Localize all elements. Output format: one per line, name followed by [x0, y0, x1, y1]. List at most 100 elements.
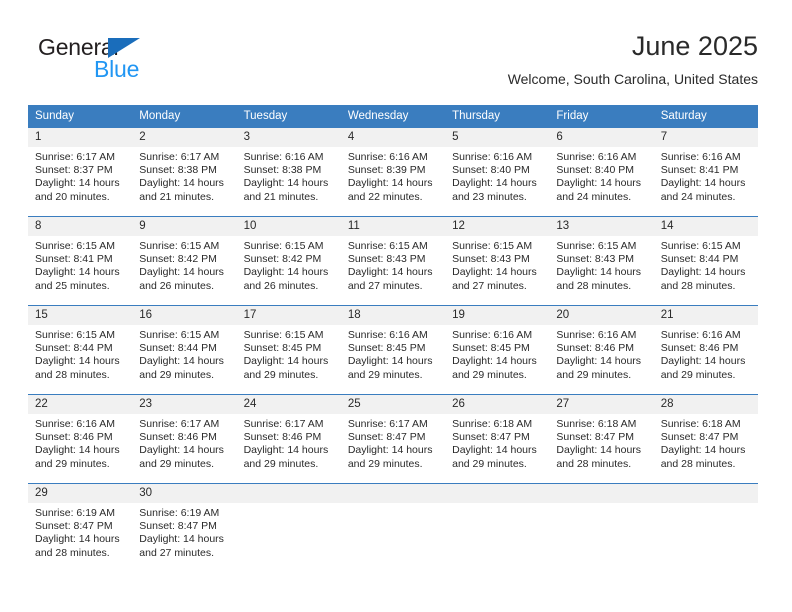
calendar-day-cell[interactable]: 18 Sunrise: 6:16 AM Sunset: 8:45 PM Dayligh…	[340, 305, 446, 386]
daylight-duration-line1: Daylight: 14 hours	[452, 444, 537, 457]
calendar-day-cell[interactable]: 7 Sunrise: 6:16 AM Sunset: 8:41 PM Daylight…	[653, 127, 758, 208]
day-number: 22	[28, 395, 133, 414]
calendar-day-cell[interactable]: 16 Sunrise: 6:15 AM Sunset: 8:44 PM Dayligh…	[132, 305, 237, 386]
logo-triangle-icon	[108, 38, 140, 58]
sunrise-time: Sunrise: 6:17 AM	[243, 418, 324, 430]
week-row-spacer-cell	[28, 208, 758, 217]
week-row-spacer	[28, 297, 758, 306]
calendar-day-cell[interactable]: 13 Sunrise: 6:15 AM Sunset: 8:43 PM Dayligh…	[549, 216, 654, 297]
daylight-duration-line1: Daylight: 14 hours	[139, 533, 224, 546]
sunset-time: Sunset: 8:38 PM	[139, 164, 217, 177]
sunset-time: Sunset: 8:45 PM	[347, 342, 426, 355]
day-sun-info: Sunrise: 6:18 AM Sunset: 8:47 PM Daylight:…	[549, 414, 653, 471]
day-sun-info: Sunrise: 6:16 AM Sunset: 8:46 PM Daylight:…	[549, 325, 653, 382]
calendar-day-cell[interactable]: 28 Sunrise: 6:18 AM Sunset: 8:47 PM Dayligh…	[653, 394, 758, 475]
sunset-time: Sunset: 8:45 PM	[243, 342, 322, 355]
day-number: 28	[653, 395, 758, 414]
day-number: 30	[132, 484, 237, 503]
day-sun-info: Sunrise: 6:18 AM Sunset: 8:47 PM Daylight:…	[654, 414, 758, 471]
day-number: 16	[132, 306, 237, 325]
sunset-time: Sunset: 8:46 PM	[243, 431, 322, 444]
sunset-time: Sunset: 8:41 PM	[660, 164, 739, 177]
calendar-day-cell[interactable]: 15 Sunrise: 6:15 AM Sunset: 8:44 PM Dayligh…	[28, 305, 133, 386]
week-row-spacer	[28, 208, 758, 217]
sunrise-time: Sunrise: 6:18 AM	[452, 418, 533, 430]
calendar-day-cell[interactable]: 25 Sunrise: 6:17 AM Sunset: 8:47 PM Dayligh…	[340, 394, 446, 475]
calendar-day-cell[interactable]: 11 Sunrise: 6:15 AM Sunset: 8:43 PM Dayligh…	[340, 216, 446, 297]
daylight-duration-line1: Daylight: 14 hours	[660, 444, 746, 457]
day-sun-info: Sunrise: 6:15 AM Sunset: 8:43 PM Daylight:…	[341, 236, 445, 293]
daylight-duration-line2: and 24 minutes.	[660, 190, 736, 203]
calendar-day-cell[interactable]: 4 Sunrise: 6:16 AM Sunset: 8:39 PM Daylight…	[340, 127, 446, 208]
day-sun-info: Sunrise: 6:15 AM Sunset: 8:42 PM Daylight:…	[132, 236, 236, 293]
calendar-day-cell-empty	[236, 483, 341, 564]
sunrise-time: Sunrise: 6:15 AM	[660, 240, 741, 252]
calendar-day-cell[interactable]: 26 Sunrise: 6:18 AM Sunset: 8:47 PM Dayligh…	[445, 394, 550, 475]
daylight-duration-line1: Daylight: 14 hours	[35, 266, 120, 279]
day-number: 11	[340, 217, 446, 236]
sunset-time: Sunset: 8:44 PM	[660, 253, 739, 266]
calendar-day-cell[interactable]: 23 Sunrise: 6:17 AM Sunset: 8:46 PM Dayligh…	[132, 394, 237, 475]
day-number: 23	[132, 395, 237, 414]
calendar-day-cell[interactable]: 22 Sunrise: 6:16 AM Sunset: 8:46 PM Dayligh…	[28, 394, 133, 475]
weekday-header-saturday: Saturday	[653, 105, 758, 128]
calendar-day-cell[interactable]: 3 Sunrise: 6:16 AM Sunset: 8:38 PM Daylight…	[236, 127, 341, 208]
day-number: 19	[445, 306, 550, 325]
daylight-duration-line1: Daylight: 14 hours	[452, 355, 537, 368]
calendar-day-cell[interactable]: 2 Sunrise: 6:17 AM Sunset: 8:38 PM Daylight…	[132, 127, 237, 208]
daylight-duration-line1: Daylight: 14 hours	[139, 444, 224, 457]
calendar-day-cell[interactable]: 29 Sunrise: 6:19 AM Sunset: 8:47 PM Dayligh…	[28, 483, 133, 564]
calendar-day-cell[interactable]: 17 Sunrise: 6:15 AM Sunset: 8:45 PM Dayligh…	[236, 305, 341, 386]
day-number: 24	[236, 395, 341, 414]
calendar-day-cell[interactable]: 5 Sunrise: 6:16 AM Sunset: 8:40 PM Daylight…	[445, 127, 550, 208]
day-number: 13	[549, 217, 654, 236]
calendar-day-cell[interactable]: 24 Sunrise: 6:17 AM Sunset: 8:46 PM Dayligh…	[236, 394, 341, 475]
daylight-duration-line1: Daylight: 14 hours	[139, 177, 224, 190]
daylight-duration-line1: Daylight: 14 hours	[660, 266, 746, 279]
day-sun-info: Sunrise: 6:15 AM Sunset: 8:44 PM Daylight:…	[28, 325, 132, 382]
daylight-duration-line1: Daylight: 14 hours	[347, 355, 433, 368]
week-row-spacer	[28, 475, 758, 484]
calendar-day-cell[interactable]: 27 Sunrise: 6:18 AM Sunset: 8:47 PM Dayligh…	[549, 394, 654, 475]
day-sun-info: Sunrise: 6:16 AM Sunset: 8:40 PM Daylight:…	[445, 147, 549, 204]
calendar-day-cell[interactable]: 30 Sunrise: 6:19 AM Sunset: 8:47 PM Dayligh…	[132, 483, 237, 564]
daylight-duration-line1: Daylight: 14 hours	[35, 533, 120, 546]
calendar-body: 1 Sunrise: 6:17 AM Sunset: 8:37 PM Daylight…	[28, 127, 758, 564]
calendar-week-row: 1 Sunrise: 6:17 AM Sunset: 8:37 PM Daylight…	[28, 127, 758, 208]
daylight-duration-line1: Daylight: 14 hours	[660, 355, 746, 368]
day-number: 12	[445, 217, 550, 236]
calendar-day-cell-empty	[340, 483, 446, 564]
sunrise-time: Sunrise: 6:15 AM	[452, 240, 533, 252]
weekday-header-friday: Friday	[549, 105, 654, 128]
calendar-week-row: 22 Sunrise: 6:16 AM Sunset: 8:46 PM Dayligh…	[28, 394, 758, 475]
day-sun-info: Sunrise: 6:15 AM Sunset: 8:44 PM Daylight:…	[654, 236, 758, 293]
calendar-day-cell[interactable]: 6 Sunrise: 6:16 AM Sunset: 8:40 PM Daylight…	[549, 127, 654, 208]
sunset-time: Sunset: 8:47 PM	[347, 431, 426, 444]
calendar-day-cell[interactable]: 10 Sunrise: 6:15 AM Sunset: 8:42 PM Dayligh…	[236, 216, 341, 297]
calendar-day-cell[interactable]: 21 Sunrise: 6:16 AM Sunset: 8:46 PM Dayligh…	[653, 305, 758, 386]
week-row-spacer-cell	[28, 475, 758, 484]
calendar-day-cell[interactable]: 9 Sunrise: 6:15 AM Sunset: 8:42 PM Daylight…	[132, 216, 237, 297]
daylight-duration-line2: and 21 minutes.	[139, 190, 214, 203]
sunrise-time: Sunrise: 6:16 AM	[243, 151, 324, 163]
calendar-day-cell[interactable]: 8 Sunrise: 6:15 AM Sunset: 8:41 PM Daylight…	[28, 216, 133, 297]
calendar-day-cell[interactable]: 20 Sunrise: 6:16 AM Sunset: 8:46 PM Dayligh…	[549, 305, 654, 386]
page-header: General Blue June 2025 Welcome, South Ca…	[0, 0, 792, 100]
sunset-time: Sunset: 8:38 PM	[243, 164, 322, 177]
daylight-duration-line1: Daylight: 14 hours	[556, 177, 642, 190]
day-number: 1	[28, 128, 133, 147]
sunset-time: Sunset: 8:47 PM	[139, 520, 217, 533]
day-sun-info: Sunrise: 6:16 AM Sunset: 8:39 PM Daylight:…	[341, 147, 445, 204]
day-number: 26	[445, 395, 550, 414]
calendar-day-cell[interactable]: 19 Sunrise: 6:16 AM Sunset: 8:45 PM Dayligh…	[445, 305, 550, 386]
day-number: 6	[549, 128, 654, 147]
day-number: 8	[28, 217, 133, 236]
day-sun-info: Sunrise: 6:17 AM Sunset: 8:46 PM Daylight:…	[132, 414, 236, 471]
day-number: 25	[340, 395, 446, 414]
sunset-time: Sunset: 8:47 PM	[35, 520, 113, 533]
weekday-header-tuesday: Tuesday	[236, 105, 341, 128]
calendar-day-cell[interactable]: 14 Sunrise: 6:15 AM Sunset: 8:44 PM Dayligh…	[653, 216, 758, 297]
calendar-day-cell[interactable]: 12 Sunrise: 6:15 AM Sunset: 8:43 PM Dayligh…	[445, 216, 550, 297]
calendar-day-cell[interactable]: 1 Sunrise: 6:17 AM Sunset: 8:37 PM Daylight…	[28, 127, 133, 208]
day-number: 15	[28, 306, 133, 325]
